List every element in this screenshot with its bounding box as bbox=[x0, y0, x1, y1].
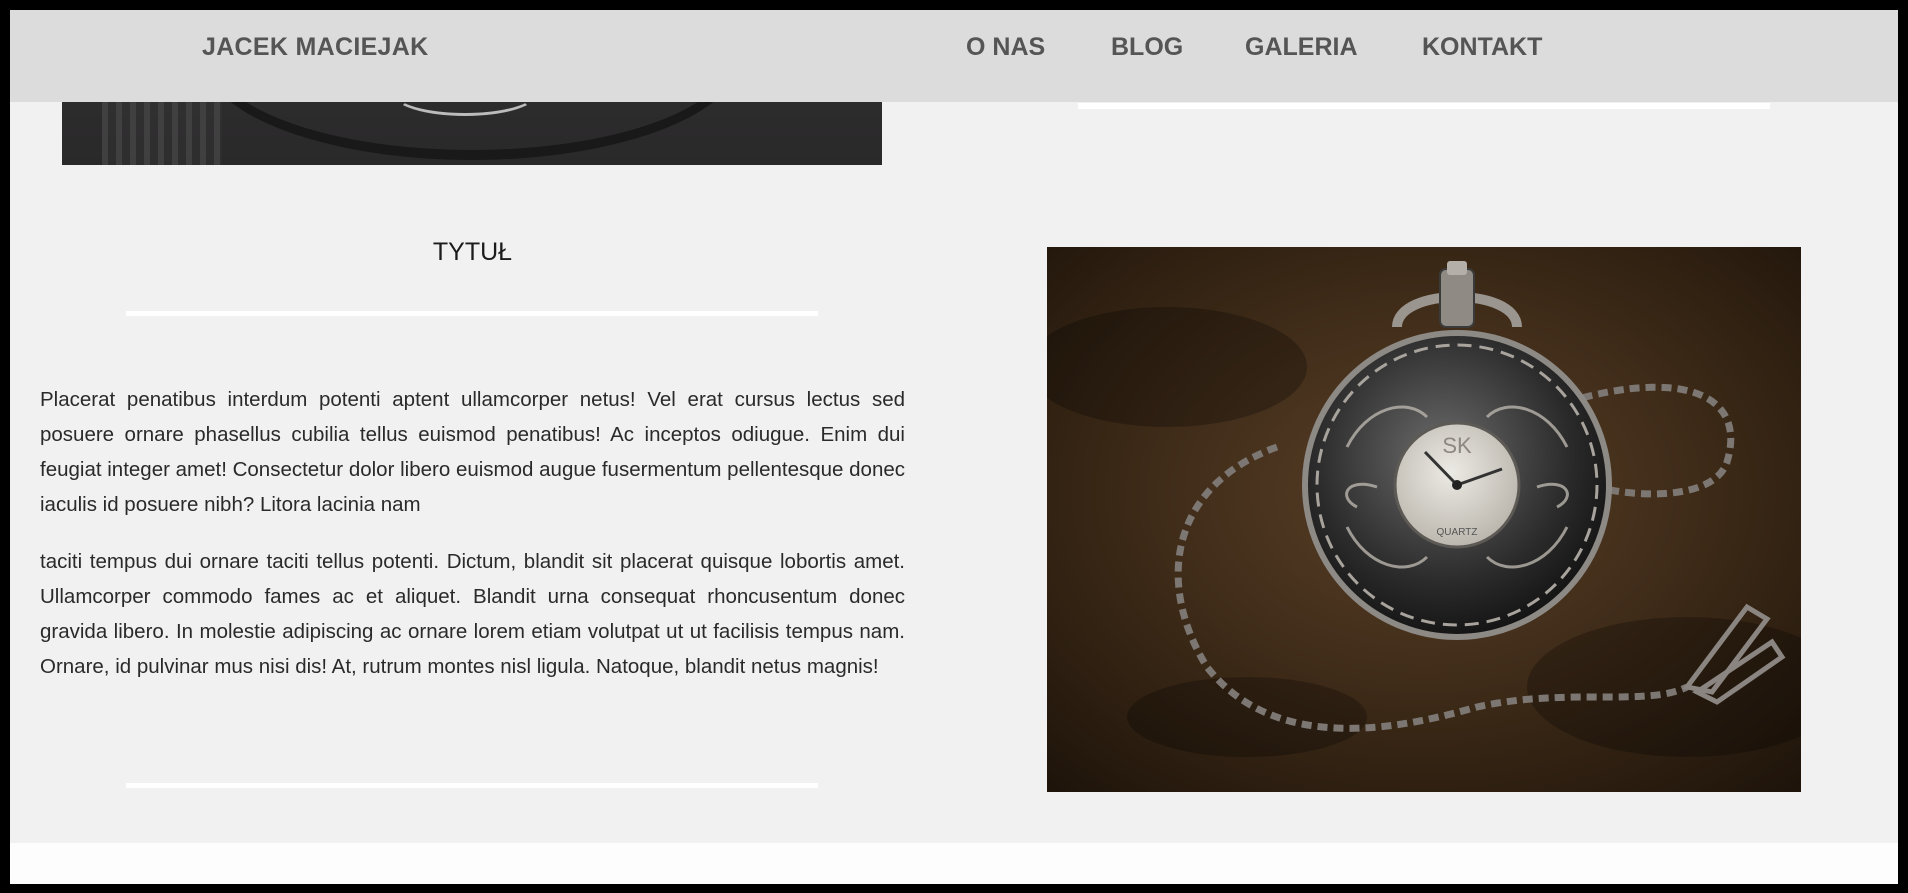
footer-strip bbox=[10, 843, 1898, 884]
bottom-divider bbox=[126, 783, 818, 788]
nav-link-o-nas[interactable]: O NAS bbox=[966, 33, 1045, 62]
nav-link-galeria[interactable]: GALERIA bbox=[1245, 33, 1358, 62]
watch-model-text: QUARTZ bbox=[1437, 527, 1478, 538]
watch-brand-text: SK bbox=[1442, 433, 1472, 458]
page: JACEK MACIEJAK O NAS BLOG GALERIA KONTAK… bbox=[10, 10, 1898, 884]
title-divider bbox=[126, 311, 818, 316]
nav-link-blog[interactable]: BLOG bbox=[1111, 33, 1183, 62]
top-right-divider bbox=[1078, 103, 1770, 109]
nav-link-kontakt[interactable]: KONTAKT bbox=[1422, 33, 1542, 62]
pocket-watch-photo: SK QUARTZ bbox=[1047, 247, 1801, 792]
paragraph-1: Placerat penatibus interdum potenti apte… bbox=[40, 388, 905, 516]
paragraph-2: taciti tempus dui ornare taciti tellus p… bbox=[40, 550, 905, 678]
navbar: JACEK MACIEJAK O NAS BLOG GALERIA KONTAK… bbox=[10, 10, 1898, 102]
brand-logo[interactable]: JACEK MACIEJAK bbox=[202, 33, 428, 62]
section-title: TYTUŁ bbox=[432, 238, 513, 266]
